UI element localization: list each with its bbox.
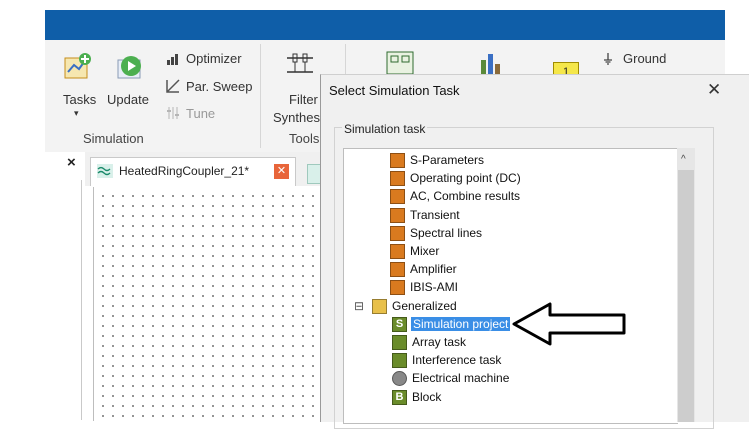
tree-item-label: Electrical machine xyxy=(412,371,510,386)
simulation-project-icon: S xyxy=(392,316,407,332)
tasks-icon[interactable] xyxy=(63,52,93,82)
ground-icon[interactable] xyxy=(601,52,615,66)
tree-expander-icon[interactable]: ⊟ xyxy=(354,299,364,313)
ibis-ami-icon xyxy=(390,280,405,296)
spectral-lines-icon xyxy=(390,225,405,241)
document-tab-title: HeatedRingCoupler_21* xyxy=(119,164,250,178)
tune-button: Tune xyxy=(186,106,216,121)
scroll-up-icon[interactable]: ^ xyxy=(681,154,686,165)
tree-item-label: Array task xyxy=(412,335,467,349)
optimizer-icon[interactable] xyxy=(166,52,180,66)
annotation-arrow-icon xyxy=(512,302,626,346)
array-task-icon xyxy=(392,335,407,350)
transient-icon xyxy=(390,207,405,223)
operating-point-icon xyxy=(390,171,405,187)
tree-scrollbar[interactable]: ^ xyxy=(677,148,695,422)
simulation-task-label: Simulation task xyxy=(342,122,428,136)
block-icon: B xyxy=(392,389,407,405)
ribbon-separator xyxy=(260,44,261,148)
simulation-group-label: Simulation xyxy=(83,131,144,146)
tree-item-label: Transient xyxy=(410,207,460,222)
update-button[interactable]: Update xyxy=(107,92,149,107)
tree-item-label: Simulation project xyxy=(411,316,511,331)
tree-item-label: S-Parameters xyxy=(410,153,485,167)
simulation-task-tree[interactable]: S-Parameters Operating point (DC) AC, Comb… xyxy=(343,148,678,424)
tree-item-label: Block xyxy=(412,389,442,404)
tools-group-label: Tools xyxy=(289,131,320,146)
tree-item-label: Amplifier xyxy=(410,262,457,277)
mixer-icon xyxy=(390,244,405,259)
document-tab[interactable]: HeatedRingCoupler_21* ✕ xyxy=(90,157,296,186)
tree-item-label: Spectral lines xyxy=(410,225,483,240)
tree-item-label: IBIS-AMI xyxy=(410,280,459,295)
amplifier-icon xyxy=(390,262,405,278)
filter-synthesis-icon[interactable] xyxy=(285,50,315,80)
left-panel: × xyxy=(45,152,85,421)
interference-task-icon xyxy=(392,353,407,369)
ac-icon xyxy=(390,189,405,205)
panel-edge xyxy=(81,180,82,420)
tree-item-label: Generalized xyxy=(392,298,457,313)
dialog-title: Select Simulation Task xyxy=(329,83,460,98)
close-dialog-icon[interactable]: ✕ xyxy=(707,80,721,100)
tasks-dropdown-icon[interactable]: ▾ xyxy=(74,108,79,119)
par-sweep-button[interactable]: Par. Sweep xyxy=(186,79,253,94)
close-tab-icon[interactable]: ✕ xyxy=(274,164,289,179)
synthesis-label: Synthes xyxy=(273,110,320,125)
tree-item-label: Operating point (DC) xyxy=(410,171,521,186)
tasks-button[interactable]: Tasks xyxy=(63,92,96,107)
title-bar xyxy=(45,10,725,40)
tree-item-label: Interference task xyxy=(412,353,502,368)
filter-button[interactable]: Filter xyxy=(289,92,318,107)
s-parameters-icon xyxy=(390,153,405,168)
electrical-machine-icon xyxy=(392,371,407,387)
folder-icon xyxy=(372,298,387,314)
select-simulation-task-dialog: Select Simulation Task ✕ Simulation task… xyxy=(320,74,749,429)
optimizer-button[interactable]: Optimizer xyxy=(186,51,242,66)
scroll-thumb[interactable] xyxy=(678,170,694,422)
tree-item-label: AC, Combine results xyxy=(410,189,521,204)
schematic-tab-icon xyxy=(97,164,113,178)
ground-button[interactable]: Ground xyxy=(623,51,666,66)
tune-icon xyxy=(167,107,179,119)
par-sweep-icon[interactable] xyxy=(166,79,180,93)
close-panel-icon[interactable]: × xyxy=(67,154,76,171)
tree-item-label: Mixer xyxy=(410,244,440,258)
document-tabbar: HeatedRingCoupler_21* ✕ xyxy=(85,152,322,186)
schematic-canvas[interactable] xyxy=(93,187,321,421)
update-icon[interactable] xyxy=(115,52,145,82)
